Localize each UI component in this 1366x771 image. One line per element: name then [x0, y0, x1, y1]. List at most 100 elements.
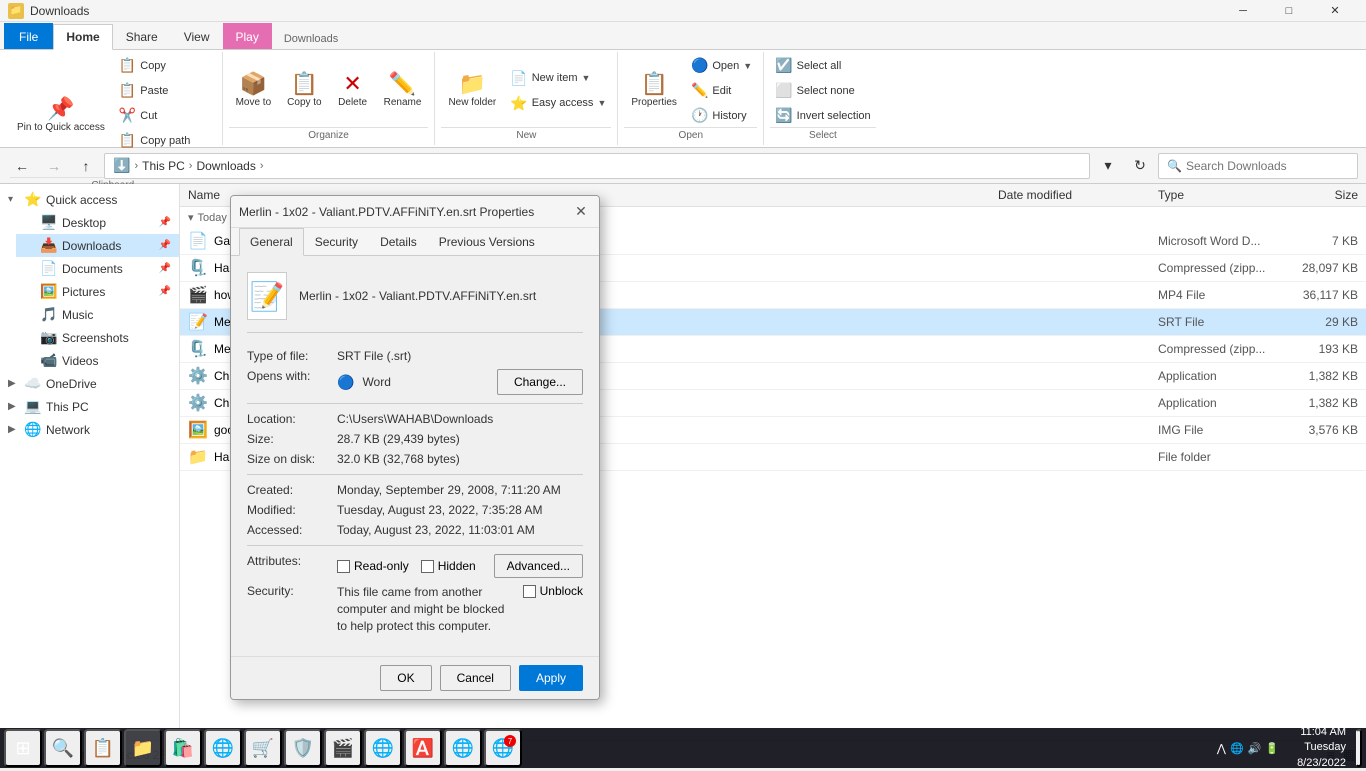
dialog-tab-previous-versions[interactable]: Previous Versions [428, 228, 546, 255]
window-title: Downloads [30, 4, 89, 18]
dialog-tab-security[interactable]: Security [304, 228, 369, 255]
ribbon-new-content: 📁 New folder 📄 New item ▼ ⭐ Easy access … [441, 54, 611, 127]
taskbar-clock[interactable]: 11:04 AM Tuesday 8/23/2022 [1289, 725, 1354, 771]
copy-path-button[interactable]: 📋 Copy path [114, 129, 216, 152]
prop-row-attributes: Attributes: Read-only Hidden Advanced... [247, 554, 583, 578]
sidebar-item-pictures[interactable]: 🖼️ Pictures 📌 [16, 280, 179, 303]
dialog-tab-general[interactable]: General [239, 228, 304, 256]
systray-chevron[interactable]: ⋀ [1217, 742, 1226, 755]
advanced-button[interactable]: Advanced... [494, 554, 583, 578]
sidebar-item-screenshots[interactable]: 📷 Screenshots [16, 326, 179, 349]
change-button[interactable]: Change... [497, 369, 583, 395]
tab-share[interactable]: Share [113, 23, 171, 49]
cancel-button[interactable]: Cancel [440, 665, 511, 691]
browser3-button[interactable]: 🌐 [444, 729, 482, 767]
sidebar-item-desktop[interactable]: 🖥️ Desktop 📌 [16, 211, 179, 234]
cut-label: Cut [140, 110, 157, 122]
open-button[interactable]: 🔵 Open ▼ [686, 54, 757, 77]
new-folder-button[interactable]: 📁 New folder [441, 60, 503, 122]
copy-button[interactable]: 📋 Copy [114, 54, 216, 77]
invert-selection-button[interactable]: 🔄 Invert selection [770, 104, 875, 127]
systray-battery[interactable]: 🔋 [1265, 742, 1279, 755]
new-item-button[interactable]: 📄 New item ▼ [505, 67, 611, 90]
pin-icon: 📌 [47, 98, 74, 120]
sidebar-item-music[interactable]: 🎵 Music [16, 303, 179, 326]
address-dropdown-button[interactable]: ▾ [1094, 152, 1122, 180]
apply-button[interactable]: Apply [519, 665, 583, 691]
hidden-checkbox-label[interactable]: Hidden [421, 559, 476, 573]
hidden-checkbox[interactable] [421, 560, 434, 573]
browser2-button[interactable]: 🅰️ [404, 729, 442, 767]
cut-icon: ✂️ [119, 107, 136, 124]
mcafee-button[interactable]: 🛡️ [284, 729, 322, 767]
sidebar-item-documents[interactable]: 📄 Documents 📌 [16, 257, 179, 280]
col-type-header[interactable]: Type [1158, 188, 1278, 202]
search-input[interactable] [1186, 159, 1349, 173]
store-button[interactable]: 🛍️ [164, 729, 202, 767]
prop-row-size: Size: 28.7 KB (29,439 bytes) [247, 432, 583, 446]
copy-to-button[interactable]: 📋 Copy to [280, 60, 328, 122]
col-size-header[interactable]: Size [1278, 188, 1358, 202]
main-content: ▾ ⭐ Quick access 🖥️ Desktop 📌 📥 Download… [0, 184, 1366, 740]
new-item-label: New item [532, 72, 578, 84]
tab-video-tools[interactable]: Play [223, 23, 272, 49]
close-button[interactable]: ✕ [1312, 0, 1358, 22]
vlc-button[interactable]: 🎬 [324, 729, 362, 767]
paste-button[interactable]: 📋 Paste [114, 79, 216, 102]
prop-row-accessed: Accessed: Today, August 23, 2022, 11:03:… [247, 523, 583, 537]
cut-button[interactable]: ✂️ Cut [114, 104, 216, 127]
select-none-button[interactable]: ⬜ Select none [770, 79, 875, 102]
file-explorer-taskbar[interactable]: 📁 [124, 729, 162, 767]
accessed-value: Today, August 23, 2022, 11:03:01 AM [337, 523, 583, 537]
select-all-button[interactable]: ☑️ Select all [770, 54, 875, 77]
search-taskbar-button[interactable]: 🔍 [44, 729, 82, 767]
unblock-checkbox[interactable] [523, 585, 536, 598]
systray-sound[interactable]: 🔊 [1248, 742, 1262, 755]
refresh-button[interactable]: ↻ [1126, 152, 1154, 180]
dialog-tab-details[interactable]: Details [369, 228, 428, 255]
browser1-button[interactable]: 🌐 [364, 729, 402, 767]
ok-button[interactable]: OK [380, 665, 431, 691]
show-desktop-button[interactable] [1356, 729, 1362, 767]
edge-button[interactable]: 🌐 [204, 729, 242, 767]
file-type-cell: Application [1158, 396, 1278, 410]
store2-button[interactable]: 🛒 [244, 729, 282, 767]
path-this-pc[interactable]: This PC [142, 159, 185, 173]
sidebar-item-videos[interactable]: 📹 Videos [16, 349, 179, 372]
history-button[interactable]: 🕐 History [686, 104, 757, 127]
back-button[interactable]: ← [8, 152, 36, 180]
up-button[interactable]: ↑ [72, 152, 100, 180]
task-view-button[interactable]: 📋 [84, 729, 122, 767]
tab-view[interactable]: View [171, 23, 223, 49]
select-all-icon: ☑️ [775, 57, 792, 74]
chrome-button[interactable]: 🌐 7 [484, 729, 522, 767]
sidebar-quick-access[interactable]: ▾ ⭐ Quick access [0, 188, 179, 211]
sidebar-item-network[interactable]: ▶ 🌐 Network [0, 418, 179, 441]
sidebar-item-downloads[interactable]: 📥 Downloads 📌 [16, 234, 179, 257]
col-date-header[interactable]: Date modified [998, 188, 1158, 202]
minimize-button[interactable]: ─ [1220, 0, 1266, 22]
file-preview-name: Merlin - 1x02 - Valiant.PDTV.AFFiNiTY.en… [299, 289, 536, 303]
edit-button[interactable]: ✏️ Edit [686, 79, 757, 102]
word-icon: 🔵 [337, 374, 354, 391]
type-label: Type of file: [247, 349, 337, 363]
forward-button[interactable]: → [40, 152, 68, 180]
invert-label: Invert selection [797, 110, 871, 122]
rename-button[interactable]: ✏️ Rename [377, 60, 429, 122]
readonly-checkbox-label[interactable]: Read-only [337, 559, 409, 573]
properties-button[interactable]: 📋 Properties [624, 60, 684, 122]
sidebar-item-this-pc[interactable]: ▶ 💻 This PC [0, 395, 179, 418]
systray-network[interactable]: 🌐 [1230, 742, 1244, 755]
tab-home[interactable]: Home [53, 24, 112, 50]
readonly-checkbox[interactable] [337, 560, 350, 573]
start-button[interactable]: ⊞ [4, 729, 42, 767]
sidebar-item-onedrive[interactable]: ▶ ☁️ OneDrive [0, 372, 179, 395]
move-to-button[interactable]: 📦 Move to [229, 60, 279, 122]
tab-file[interactable]: File [4, 23, 53, 49]
dialog-close-button[interactable]: ✕ [571, 202, 591, 222]
delete-button[interactable]: ✕ Delete [331, 60, 375, 122]
path-downloads[interactable]: Downloads [196, 159, 255, 173]
pin-to-quick-access-button[interactable]: 📌 Pin to Quick access [10, 85, 112, 147]
easy-access-button[interactable]: ⭐ Easy access ▼ [505, 92, 611, 115]
maximize-button[interactable]: □ [1266, 0, 1312, 22]
